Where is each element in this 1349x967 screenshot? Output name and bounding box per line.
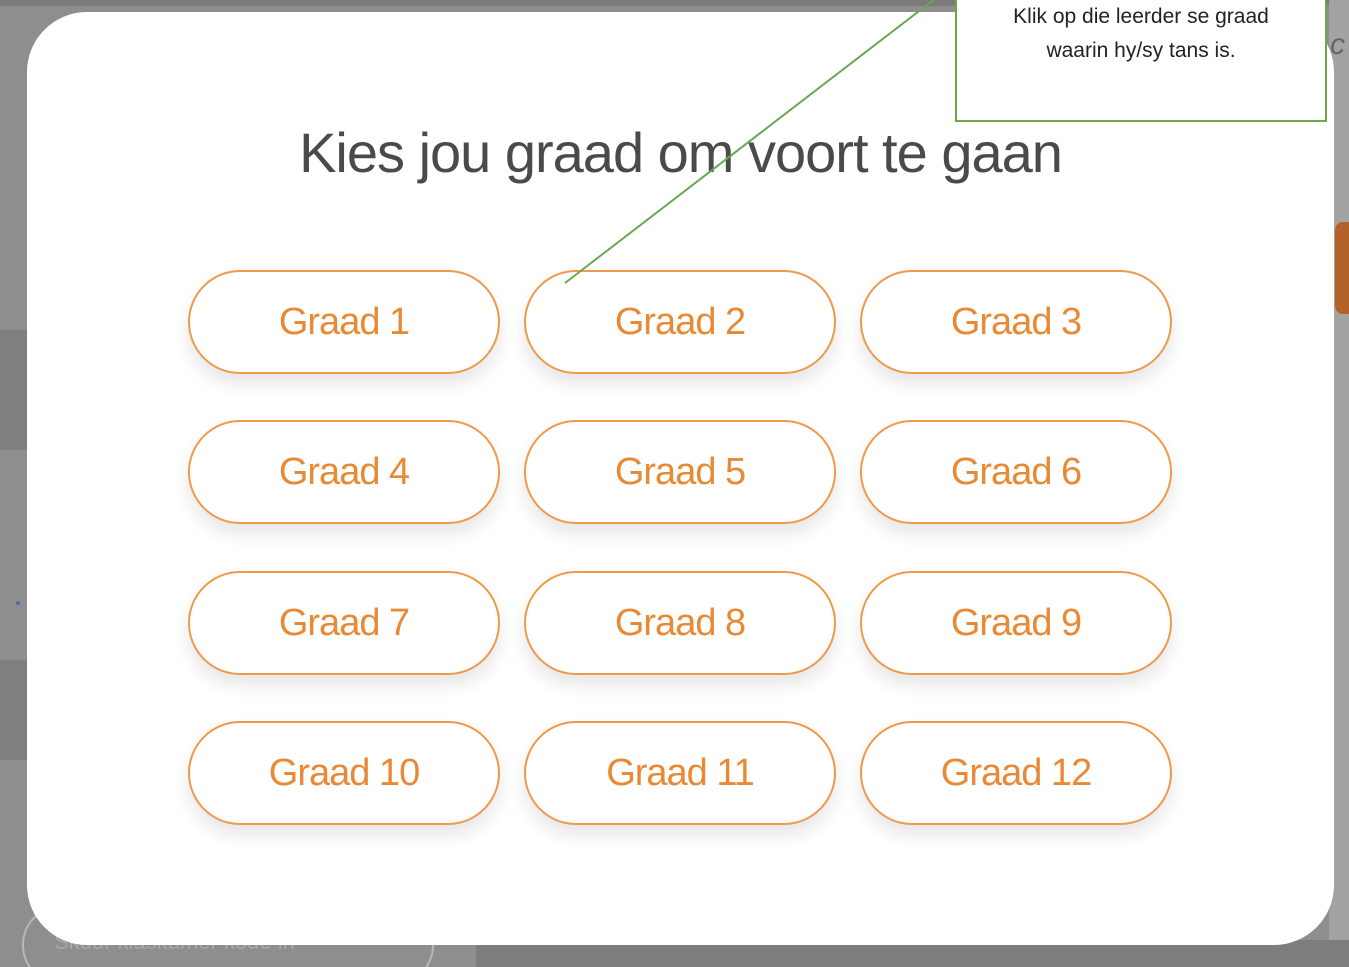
grade-3-button[interactable]: Graad 3 bbox=[860, 270, 1172, 374]
annotation-callout: Klik op die leerder se graad waarin hy/s… bbox=[955, 0, 1327, 122]
background-dot bbox=[16, 601, 20, 605]
grade-6-button[interactable]: Graad 6 bbox=[860, 420, 1172, 524]
grade-9-button[interactable]: Graad 9 bbox=[860, 571, 1172, 675]
grade-12-button[interactable]: Graad 12 bbox=[860, 721, 1172, 825]
annotation-line-1: Klik op die leerder se graad bbox=[1013, 5, 1269, 28]
grade-8-button[interactable]: Graad 8 bbox=[524, 571, 836, 675]
grade-2-button[interactable]: Graad 2 bbox=[524, 270, 836, 374]
grade-4-button[interactable]: Graad 4 bbox=[188, 420, 500, 524]
background-orange-button bbox=[1335, 222, 1349, 314]
grade-5-button[interactable]: Graad 5 bbox=[524, 420, 836, 524]
grade-1-button[interactable]: Graad 1 bbox=[188, 270, 500, 374]
annotation-text: Klik op die leerder se graad waarin hy/s… bbox=[957, 0, 1325, 68]
grade-11-button[interactable]: Graad 11 bbox=[524, 721, 836, 825]
grade-selection-modal: Kies jou graad om voort te gaan Graad 1 … bbox=[27, 12, 1334, 945]
annotation-line-2: waarin hy/sy tans is. bbox=[1046, 39, 1236, 62]
modal-title: Kies jou graad om voort te gaan bbox=[299, 121, 1063, 184]
grade-10-button[interactable]: Graad 10 bbox=[188, 721, 500, 825]
grade-7-button[interactable]: Graad 7 bbox=[188, 571, 500, 675]
